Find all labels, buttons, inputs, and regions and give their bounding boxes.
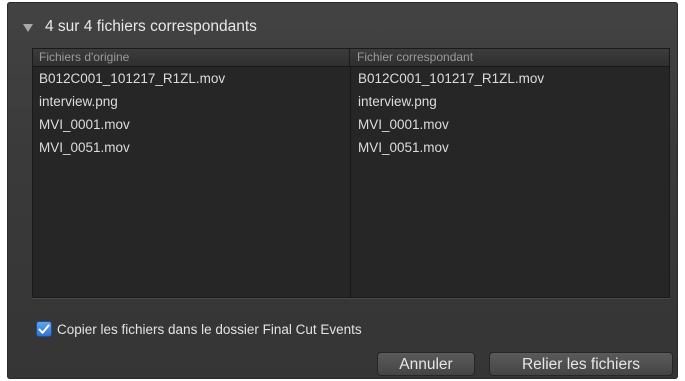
copy-files-checkbox[interactable]	[36, 321, 52, 337]
table-row[interactable]: interview.png interview.png	[33, 90, 669, 113]
matching-files-disclosure[interactable]: 4 sur 4 fichiers correspondants	[23, 16, 257, 38]
files-table: Fichiers d'origine Fichier correspondant…	[32, 48, 670, 298]
original-file-cell: interview.png	[39, 94, 118, 109]
table-row[interactable]: MVI_0051.mov MVI_0051.mov	[33, 136, 669, 159]
matching-file-cell: interview.png	[358, 94, 437, 109]
checkmark-icon	[38, 324, 50, 334]
original-file-cell: MVI_0001.mov	[39, 117, 130, 132]
table-row[interactable]: MVI_0001.mov MVI_0001.mov	[33, 113, 669, 136]
matching-file-cell: MVI_0001.mov	[358, 117, 449, 132]
disclosure-triangle-icon[interactable]	[23, 23, 33, 32]
table-body: B012C001_101217_R1ZL.mov B012C001_101217…	[33, 67, 669, 297]
matching-file-cell: B012C001_101217_R1ZL.mov	[358, 71, 545, 86]
matching-file-cell: MVI_0051.mov	[358, 140, 449, 155]
original-file-cell: B012C001_101217_R1ZL.mov	[39, 71, 226, 86]
table-row[interactable]: B012C001_101217_R1ZL.mov B012C001_101217…	[33, 67, 669, 90]
original-file-cell: MVI_0051.mov	[39, 140, 130, 155]
copy-files-label: Copier les fichiers dans le dossier Fina…	[57, 321, 362, 337]
relink-files-button[interactable]: Relier les fichiers	[489, 352, 673, 376]
table-header: Fichiers d'origine Fichier correspondant	[33, 49, 669, 67]
cancel-button[interactable]: Annuler	[377, 352, 475, 376]
relink-files-dialog: 4 sur 4 fichiers correspondants Fichiers…	[7, 2, 678, 379]
column-header-original-files[interactable]: Fichiers d'origine	[33, 49, 350, 66]
matching-files-summary: 4 sur 4 fichiers correspondants	[45, 18, 257, 35]
copy-files-option[interactable]: Copier les fichiers dans le dossier Fina…	[36, 320, 362, 338]
column-divider	[350, 67, 351, 297]
column-header-matching-file[interactable]: Fichier correspondant	[350, 49, 669, 66]
